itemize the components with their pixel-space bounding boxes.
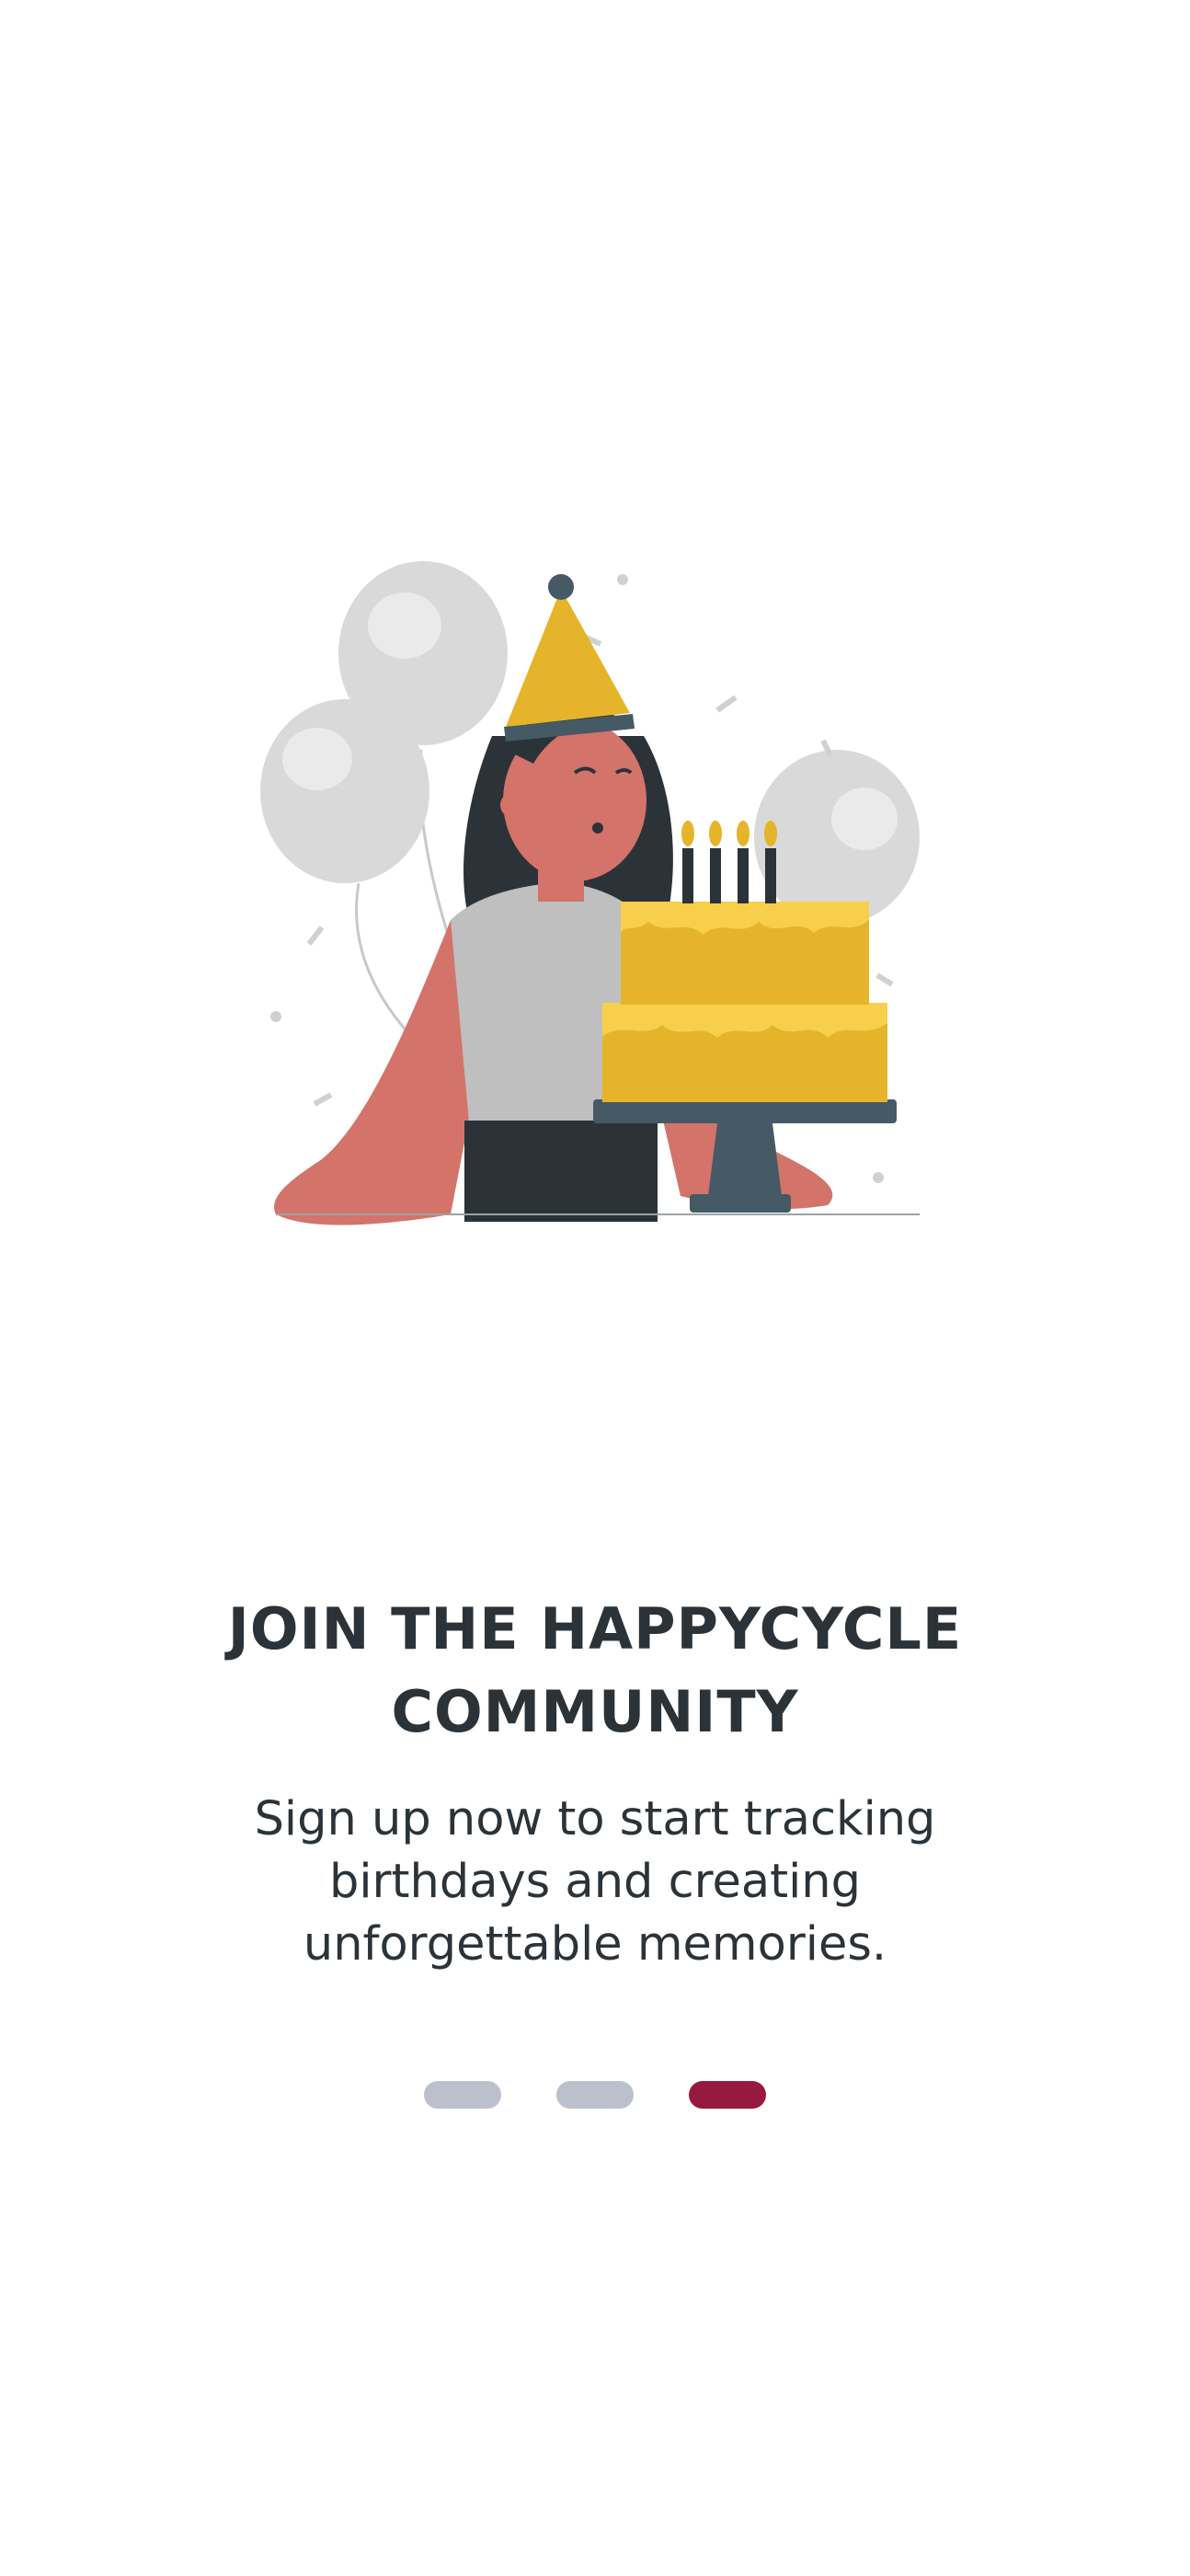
pagination-indicator [0,2081,1190,2110]
page-dot-3-active[interactable] [689,2081,766,2109]
subtitle-line-1: Sign up now to start tracking [254,1792,936,1846]
subtitle-line-3: unforgettable memories. [303,1917,887,1972]
onboarding-title: JOIN THE HAPPYCYCLE COMMUNITY [0,1588,1190,1754]
birthday-girl-with-cake-icon [260,561,920,1225]
page-dot-2[interactable] [556,2081,634,2109]
title-line-1: JOIN THE HAPPYCYCLE [227,1595,963,1662]
subtitle-line-2: birthdays and creating [329,1855,861,1909]
page-dot-1[interactable] [424,2081,501,2109]
onboarding-subtitle: Sign up now to start tracking birthdays … [0,1788,1190,1976]
title-line-2: COMMUNITY [391,1678,799,1745]
birthday-illustration [257,552,938,1251]
